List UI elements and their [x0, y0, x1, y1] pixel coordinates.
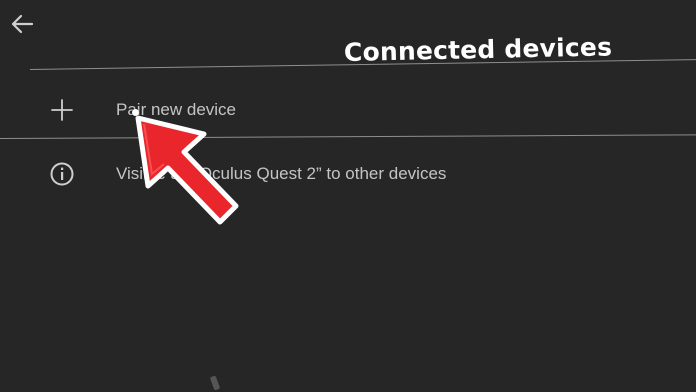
cursor-dot	[132, 109, 139, 116]
pair-new-device-item[interactable]: Pair new device	[0, 82, 696, 138]
arrow-left-icon	[11, 14, 34, 34]
back-button[interactable]	[6, 8, 38, 40]
controller-pointer-tip	[209, 375, 221, 391]
connected-devices-screen: Connected devices Pair new device Visibl…	[0, 0, 696, 392]
visibility-info-item: Visible as “Oculus Quest 2” to other dev…	[0, 146, 696, 202]
plus-icon	[48, 96, 76, 124]
info-icon	[48, 160, 76, 188]
pointer-arrow-icon	[135, 115, 239, 225]
